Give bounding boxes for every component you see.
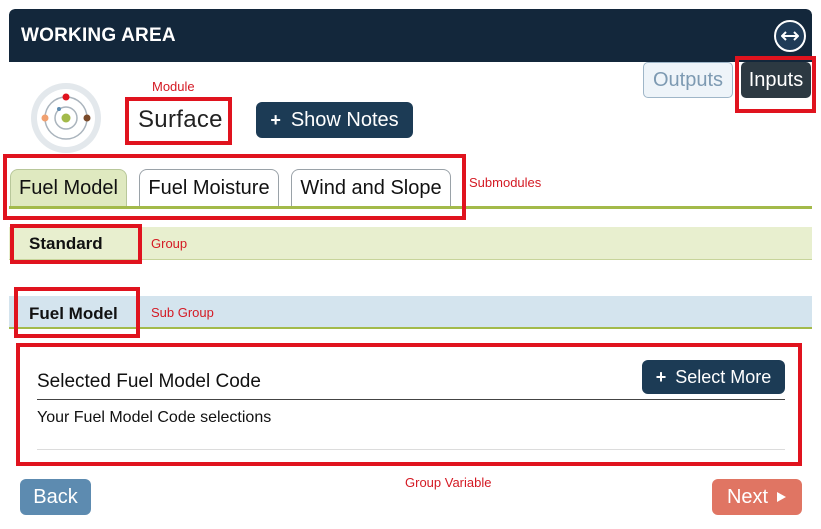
select-more-label: Select More: [675, 366, 772, 387]
group-header-bar: [9, 227, 812, 260]
tab-fuel-model[interactable]: Fuel Model: [10, 169, 127, 206]
annotation-group-variable: Group Variable: [405, 475, 492, 490]
play-arrow-icon: [777, 492, 787, 502]
tab-wind-and-slope[interactable]: Wind and Slope: [291, 169, 451, 206]
plus-icon: +: [655, 366, 667, 387]
annotation-sub-group: Sub Group: [151, 305, 214, 320]
group-label: Standard: [29, 234, 103, 253]
annotation-module: Module: [152, 79, 195, 94]
surface-module-icon: [31, 83, 101, 153]
show-notes-label: Show Notes: [290, 108, 399, 131]
group-variable-bottom-border: [37, 449, 785, 450]
subgroup-header-bar: [9, 296, 812, 329]
outputs-button[interactable]: Outputs: [643, 62, 733, 98]
group-variable-divider: [37, 399, 785, 400]
group-variable-subtitle: Your Fuel Model Code selections: [37, 409, 272, 426]
group-separator: [9, 259, 812, 260]
tab-fuel-moisture[interactable]: Fuel Moisture: [139, 169, 279, 206]
subgroup-label: Fuel Model: [29, 304, 118, 323]
arrows-horizontal-icon: [781, 31, 799, 41]
expand-toggle-button[interactable]: [774, 20, 806, 52]
select-more-button[interactable]: + Select More: [642, 360, 785, 394]
inputs-button[interactable]: Inputs: [741, 62, 811, 98]
working-area-header: WORKING AREA: [9, 9, 812, 62]
group-variable-title: Selected Fuel Model Code: [37, 371, 261, 392]
submodule-tab-underline: [9, 206, 812, 209]
show-notes-button[interactable]: + Show Notes: [256, 102, 413, 138]
plus-icon: +: [270, 109, 281, 130]
header-title: WORKING AREA: [21, 25, 176, 46]
next-label: Next: [726, 485, 769, 508]
annotation-submodules: Submodules: [469, 175, 542, 190]
back-button[interactable]: Back: [20, 479, 91, 515]
module-name: Surface: [138, 106, 223, 133]
annotation-group: Group: [151, 236, 188, 251]
next-button[interactable]: Next: [712, 479, 802, 515]
